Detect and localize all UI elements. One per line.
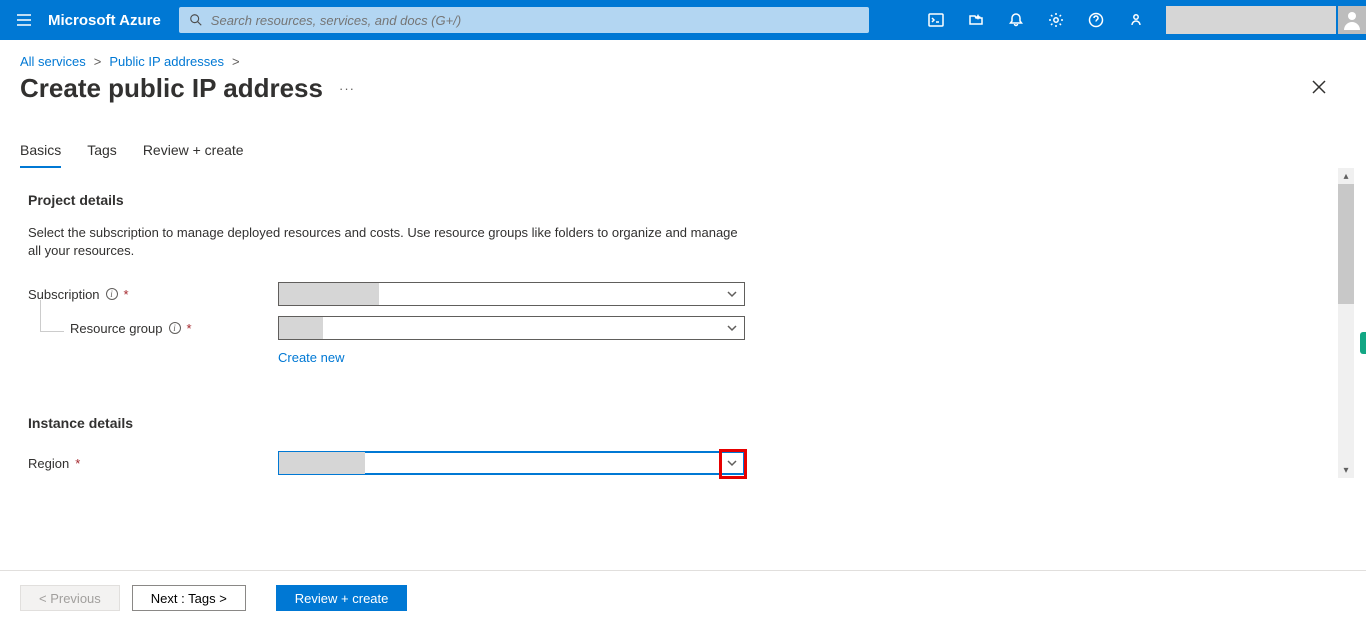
scrollbar-thumb[interactable]	[1338, 184, 1354, 304]
breadcrumb-sep: >	[232, 54, 240, 69]
user-avatar[interactable]	[1338, 6, 1366, 34]
chevron-down-icon	[720, 289, 744, 299]
copilot-icon[interactable]	[956, 0, 996, 40]
label-resource-group: Resource group i *	[70, 321, 278, 336]
tab-review-create[interactable]: Review + create	[143, 142, 244, 168]
search-icon	[189, 13, 203, 27]
info-icon[interactable]: i	[169, 322, 181, 334]
required-mark: *	[187, 321, 192, 336]
close-icon	[1312, 80, 1326, 94]
cloud-shell-icon[interactable]	[916, 0, 956, 40]
region-value	[279, 452, 365, 474]
page-more-menu[interactable]: ···	[339, 81, 355, 96]
required-mark: *	[75, 456, 80, 471]
brand-label: Microsoft Azure	[48, 12, 179, 29]
breadcrumb-sep: >	[94, 54, 102, 69]
avatar-icon	[1340, 8, 1364, 32]
breadcrumb-all-services[interactable]: All services	[20, 54, 86, 69]
chevron-down-icon	[720, 323, 744, 333]
subscription-value	[279, 283, 379, 305]
next-button[interactable]: Next : Tags >	[132, 585, 246, 611]
section-project-desc: Select the subscription to manage deploy…	[28, 224, 748, 260]
breadcrumb-public-ip[interactable]: Public IP addresses	[109, 54, 224, 69]
global-search[interactable]	[179, 7, 869, 33]
region-dropdown[interactable]	[278, 451, 745, 475]
tab-tags[interactable]: Tags	[87, 142, 117, 168]
page-header: Create public IP address ···	[0, 69, 1366, 104]
label-region-text: Region	[28, 456, 69, 471]
wizard-footer: < Previous Next : Tags > Review + create	[0, 570, 1366, 625]
hamburger-icon	[16, 12, 32, 28]
settings-icon[interactable]	[1036, 0, 1076, 40]
side-feedback-tab[interactable]	[1360, 332, 1366, 354]
tree-connector	[40, 300, 64, 332]
breadcrumb: All services > Public IP addresses >	[0, 40, 1366, 69]
row-region: Region *	[28, 451, 1292, 475]
chevron-down-icon	[720, 458, 744, 468]
label-resource-group-text: Resource group	[70, 321, 163, 336]
help-icon[interactable]	[1076, 0, 1116, 40]
tab-basics[interactable]: Basics	[20, 142, 61, 168]
form-content: Project details Select the subscription …	[0, 168, 1320, 475]
scroll-down[interactable]: ▾	[1338, 462, 1354, 478]
page-title: Create public IP address	[20, 73, 323, 104]
resource-group-value	[279, 317, 323, 339]
feedback-icon[interactable]	[1116, 0, 1156, 40]
topbar-icons	[916, 0, 1156, 40]
tabs: Basics Tags Review + create	[0, 104, 1366, 168]
row-resource-group: Resource group i *	[28, 316, 1292, 340]
hamburger-menu[interactable]	[0, 0, 48, 40]
notifications-icon[interactable]	[996, 0, 1036, 40]
previous-button: < Previous	[20, 585, 120, 611]
section-project-title: Project details	[28, 192, 1292, 208]
subscription-dropdown[interactable]	[278, 282, 745, 306]
search-input[interactable]	[211, 13, 859, 28]
section-instance-title: Instance details	[28, 415, 1292, 431]
info-icon[interactable]: i	[106, 288, 118, 300]
top-bar: Microsoft Azure	[0, 0, 1366, 40]
review-create-button[interactable]: Review + create	[276, 585, 408, 611]
account-box[interactable]	[1166, 6, 1336, 34]
row-subscription: Subscription i *	[28, 282, 1292, 306]
required-mark: *	[124, 287, 129, 302]
close-blade-button[interactable]	[1312, 80, 1326, 97]
label-region: Region *	[28, 456, 278, 471]
create-new-resource-group-link[interactable]: Create new	[278, 350, 1292, 365]
resource-group-dropdown[interactable]	[278, 316, 745, 340]
label-subscription: Subscription i *	[28, 287, 278, 302]
scroll-up[interactable]: ▴	[1338, 168, 1354, 184]
